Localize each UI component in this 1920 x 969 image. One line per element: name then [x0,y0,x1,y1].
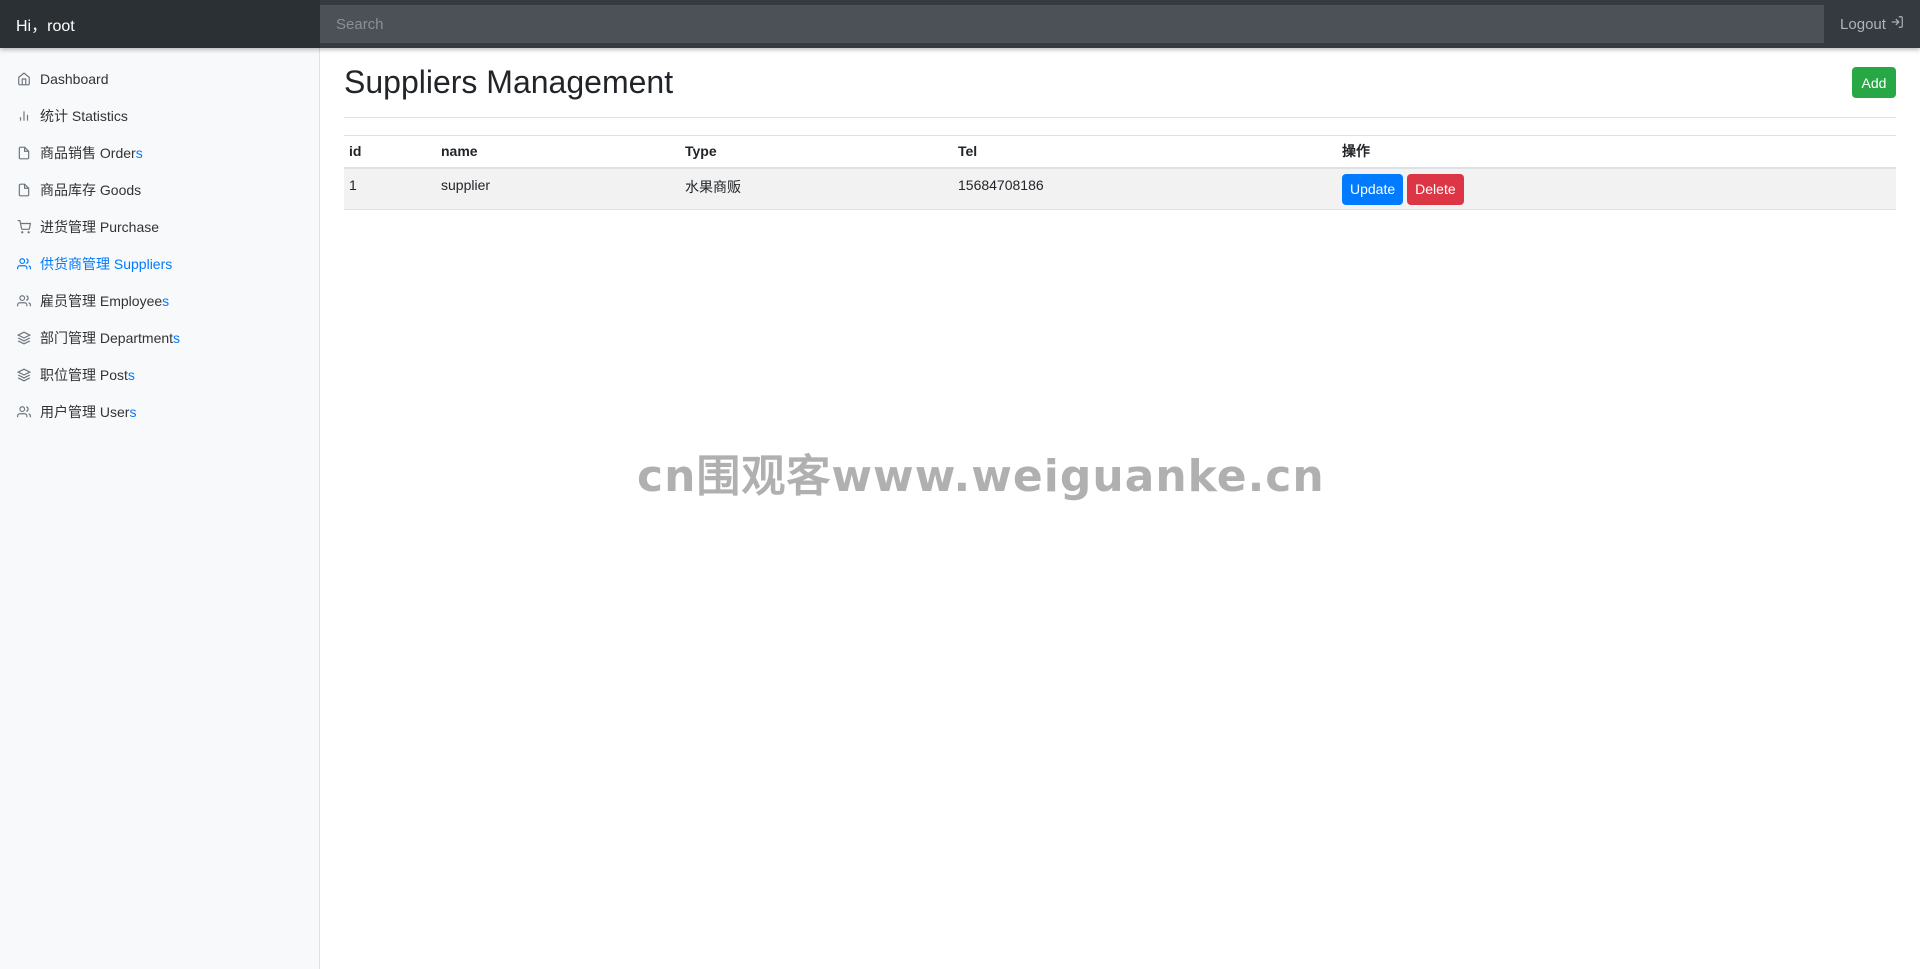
layers-icon [16,330,32,346]
cell-id: 1 [344,167,436,210]
sidebar-item-label: 进货管理 Purchase [40,218,160,235]
sidebar-item-goods[interactable]: 商品库存 Goods [0,171,319,208]
file-icon [16,145,32,161]
sidebar-item-suppliers[interactable]: 供货商管理 Suppliers [0,245,319,282]
sidebar-item-suffix: s [173,329,181,346]
table-header-row: id name Type Tel 操作 [344,135,1896,169]
column-header-name: name [436,135,680,169]
sidebar-item-label: 部门管理 Department [40,329,174,346]
sidebar-item-label: 商品销售 Order [40,144,136,161]
watermark: cn围观客www.weiguanke.cn [637,451,1325,502]
column-header-actions: 操作 [1337,135,1896,169]
page-title: Suppliers Management [344,64,674,100]
sidebar-item-label: Dashboard [40,70,109,87]
cart-icon [16,219,32,235]
file-icon [16,182,32,198]
column-header-type: Type [680,135,953,169]
home-icon [16,71,32,87]
table-row: 1 supplier 水果商贩 15684708186 Update Delete [344,167,1896,210]
add-button[interactable]: Add [1852,67,1896,98]
sidebar-item-users[interactable]: 用户管理 User s [0,393,319,430]
search-input[interactable] [320,5,1824,43]
sidebar-item-suffix: s [135,144,143,161]
sidebar-item-suffix: s [127,366,135,383]
users-icon [16,293,32,309]
sidebar-item-purchase[interactable]: 进货管理 Purchase [0,208,319,245]
top-navbar: Hi，root Logout [0,0,1920,48]
sidebar-item-label: 供货商管理 Suppliers [40,255,173,272]
sidebar-item-posts[interactable]: 职位管理 Post s [0,356,319,393]
sidebar-item-orders[interactable]: 商品销售 Order s [0,134,319,171]
sidebar-item-suffix: s [162,292,170,309]
users-icon [16,256,32,272]
sidebar-item-dashboard[interactable]: Dashboard [0,60,319,97]
sidebar-item-suffix: s [129,403,137,420]
cell-type: 水果商贩 [680,167,953,210]
sidebar-item-departments[interactable]: 部门管理 Department s [0,319,319,356]
users-icon [16,404,32,420]
sidebar-item-employees[interactable]: 雇员管理 Employee s [0,282,319,319]
sidebar-item-label: 职位管理 Post [40,366,128,383]
cell-actions: Update Delete [1337,167,1896,210]
suppliers-table-wrapper: id name Type Tel 操作 1 supplier 水果商贩 1568… [344,135,1896,210]
logout-icon [1890,15,1904,33]
page-header: Suppliers Management Add [344,48,1896,118]
suppliers-table: id name Type Tel 操作 1 supplier 水果商贩 1568… [344,135,1896,210]
layers-icon [16,367,32,383]
logout-button[interactable]: Logout [1824,0,1920,48]
delete-button[interactable]: Delete [1407,173,1464,205]
sidebar-item-statistics[interactable]: 统计 Statistics [0,97,319,134]
update-button[interactable]: Update [1342,173,1404,205]
sidebar-item-label: 商品库存 Goods [40,181,142,198]
sidebar-item-label: 雇员管理 Employee [40,292,163,309]
sidebar-item-label: 用户管理 User [40,403,130,420]
bar-chart-icon [16,108,32,124]
sidebar: Dashboard 统计 Statistics 商品销售 Order s 商品库存… [0,48,320,969]
logout-label: Logout [1840,15,1886,33]
cell-tel: 15684708186 [953,167,1337,210]
sidebar-item-label: 统计 Statistics [40,107,128,124]
main-content: Suppliers Management Add id name Type Te… [344,48,1896,210]
column-header-id: id [344,135,436,169]
column-header-tel: Tel [953,135,1337,169]
cell-name: supplier [436,167,680,210]
user-greeting: Hi，root [0,0,320,48]
